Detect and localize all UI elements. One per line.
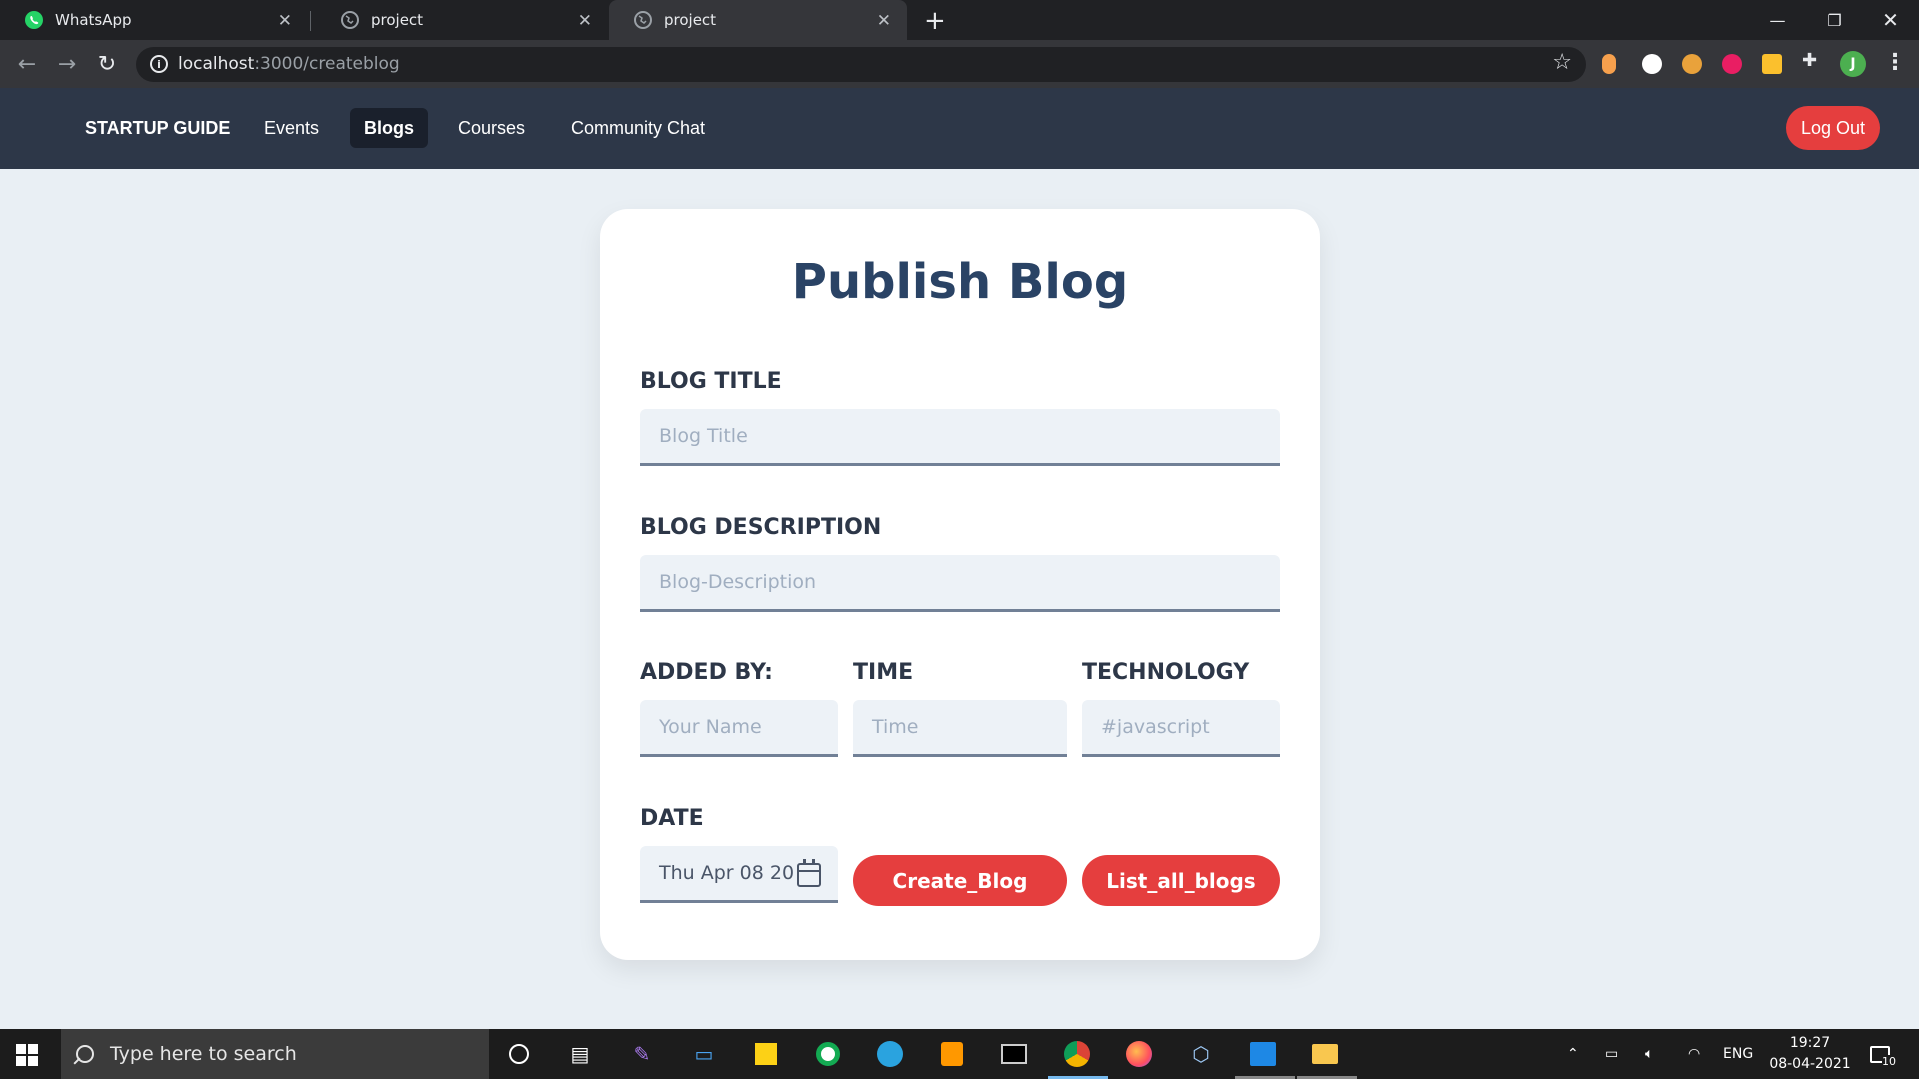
tab-separator xyxy=(310,11,311,31)
added-by-label: ADDED BY: xyxy=(640,660,773,685)
forward-icon[interactable]: → xyxy=(53,50,81,78)
file-explorer-icon[interactable] xyxy=(1311,1040,1339,1068)
brand-link[interactable]: STARTUP GUIDE xyxy=(71,108,244,148)
desktop-app-icon[interactable]: ▭ xyxy=(690,1040,718,1068)
whatsapp-icon xyxy=(24,10,44,30)
tab-title: project xyxy=(371,11,424,29)
puzzle-extensions-icon[interactable]: ✚ xyxy=(1802,50,1822,71)
reload-icon[interactable]: ↻ xyxy=(93,50,121,78)
minimize-icon[interactable]: — xyxy=(1749,0,1806,40)
telegram-icon[interactable] xyxy=(876,1040,904,1068)
list-all-blogs-button[interactable]: List_all_blogs xyxy=(1082,855,1280,906)
nav-link-events[interactable]: Events xyxy=(250,108,333,148)
window-close-icon[interactable]: ✕ xyxy=(1862,0,1919,40)
info-icon[interactable]: i xyxy=(150,55,168,73)
date-input[interactable]: Thu Apr 08 20 xyxy=(640,846,838,903)
tab-whatsapp[interactable]: WhatsApp ✕ xyxy=(0,0,308,40)
restore-icon[interactable]: ❐ xyxy=(1806,0,1863,40)
time-label: TIME xyxy=(853,660,914,685)
browser-tab-strip: WhatsApp ✕ project ✕ project ✕ + — ❐ ✕ xyxy=(0,0,1919,40)
technology-label: TECHNOLOGY xyxy=(1082,660,1250,685)
bookmark-star-icon[interactable]: ☆ xyxy=(1552,50,1572,75)
tab-project-1[interactable]: project ✕ xyxy=(316,0,608,40)
logout-button[interactable]: Log Out xyxy=(1786,106,1880,150)
windows-taskbar: Type here to search ▤ ✎ ▭ ⬡ xyxy=(0,1029,1919,1079)
back-icon[interactable]: ← xyxy=(13,50,41,78)
date-label: DATE xyxy=(640,806,704,831)
time-input[interactable]: Time xyxy=(853,700,1067,757)
taskbar-clock[interactable]: 19:27 08-04-2021 xyxy=(1760,1033,1860,1075)
tab-title: project xyxy=(664,11,717,29)
notifications-icon[interactable]: 10 xyxy=(1870,1029,1896,1079)
taskbar-search-input[interactable]: Type here to search xyxy=(61,1029,489,1079)
virtualbox-icon[interactable]: ⬡ xyxy=(1187,1040,1215,1068)
calendar-icon[interactable] xyxy=(797,859,821,887)
cookie-extension-icon[interactable] xyxy=(1682,54,1702,74)
url-text: localhost:3000/createblog xyxy=(178,54,400,74)
sublime-text-icon[interactable] xyxy=(938,1040,966,1068)
nav-link-community-chat[interactable]: Community Chat xyxy=(557,108,719,148)
feather-app-icon[interactable]: ✎ xyxy=(628,1040,656,1068)
date-value: Thu Apr 08 20 xyxy=(659,862,795,884)
address-bar[interactable]: i localhost:3000/createblog ☆ xyxy=(136,47,1586,82)
globe-icon xyxy=(633,10,653,30)
task-view-icon[interactable]: ▤ xyxy=(566,1040,594,1068)
nav-link-courses[interactable]: Courses xyxy=(444,108,539,148)
nav-link-blogs[interactable]: Blogs xyxy=(350,108,429,148)
extension-icon[interactable] xyxy=(1762,54,1782,74)
language-indicator[interactable]: ENG xyxy=(1723,1029,1753,1079)
globe-icon xyxy=(340,10,360,30)
clock-date: 08-04-2021 xyxy=(1769,1056,1851,1072)
create-blog-button[interactable]: Create_Blog xyxy=(853,855,1067,906)
firefox-icon[interactable] xyxy=(1125,1040,1153,1068)
publish-blog-card: Publish Blog BLOG TITLE Blog Title BLOG … xyxy=(600,209,1320,960)
clock-time: 19:27 xyxy=(1789,1035,1831,1051)
search-icon xyxy=(76,1045,94,1063)
blog-description-label: BLOG DESCRIPTION xyxy=(640,515,882,540)
extension-icon[interactable] xyxy=(1602,54,1616,74)
extension-icon[interactable] xyxy=(1642,54,1662,74)
blog-title-input[interactable]: Blog Title xyxy=(640,409,1280,466)
battery-icon[interactable]: ▭ xyxy=(1605,1029,1618,1079)
close-tab-icon[interactable]: ✕ xyxy=(877,11,891,31)
wifi-icon[interactable]: ◠ xyxy=(1688,1029,1700,1079)
vscode-icon[interactable] xyxy=(1249,1040,1277,1068)
blog-title-label: BLOG TITLE xyxy=(640,369,782,394)
mongodb-icon[interactable] xyxy=(814,1040,842,1068)
close-tab-icon[interactable]: ✕ xyxy=(578,11,592,31)
page-title: Publish Blog xyxy=(791,254,1129,310)
volume-icon[interactable]: 🔈︎ xyxy=(1645,1029,1653,1079)
close-tab-icon[interactable]: ✕ xyxy=(278,11,292,31)
menu-icon[interactable]: ⋮ xyxy=(1884,50,1906,75)
tab-project-2[interactable]: project ✕ xyxy=(609,0,907,40)
browser-toolbar: ← → ↻ i localhost:3000/createblog ☆ ✚ J … xyxy=(0,40,1919,88)
chrome-icon[interactable] xyxy=(1063,1040,1091,1068)
blog-description-input[interactable]: Blog-Description xyxy=(640,555,1280,612)
extension-icon[interactable] xyxy=(1722,54,1742,74)
technology-input[interactable]: #javascript xyxy=(1082,700,1280,757)
sticky-notes-icon[interactable] xyxy=(752,1040,780,1068)
show-hidden-icons[interactable]: ⌃ xyxy=(1567,1029,1579,1079)
profile-avatar[interactable]: J xyxy=(1840,51,1866,77)
terminal-icon[interactable] xyxy=(1000,1040,1028,1068)
cortana-icon[interactable] xyxy=(505,1040,533,1068)
app-navbar: STARTUP GUIDE Events Blogs Courses Commu… xyxy=(0,88,1919,169)
windows-start-icon[interactable] xyxy=(16,1044,38,1066)
tab-title: WhatsApp xyxy=(55,11,132,29)
new-tab-icon[interactable]: + xyxy=(924,6,946,36)
added-by-input[interactable]: Your Name xyxy=(640,700,838,757)
